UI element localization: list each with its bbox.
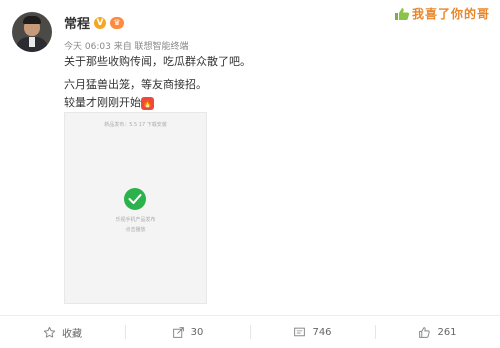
- like-count: 261: [437, 326, 457, 338]
- post-line-3: 较量才刚刚开始 🔥: [64, 96, 154, 110]
- author-name[interactable]: 常程: [64, 13, 90, 32]
- post-meta: 今天 06:03 来自 联想智能终端: [64, 39, 189, 52]
- check-circle-icon: [124, 188, 146, 210]
- favorite-label: 收藏: [62, 328, 82, 340]
- comment-icon: [294, 327, 306, 336]
- image-caption-2: 点击播放: [125, 227, 146, 233]
- comment-count: 746: [312, 326, 332, 338]
- star-icon: [43, 326, 56, 338]
- avatar-hair: [23, 16, 41, 24]
- favorite-button[interactable]: 收藏: [0, 316, 125, 348]
- repost-button[interactable]: 30: [125, 316, 250, 348]
- comment-button[interactable]: 746: [250, 316, 375, 348]
- verified-badge-icon: V: [94, 16, 107, 29]
- banner-sticker: 我喜了你的哥: [394, 5, 490, 22]
- avatar-shirt: [29, 37, 35, 47]
- post-timestamp[interactable]: 今天 06:03: [64, 42, 111, 52]
- post-line-3-text: 较量才刚刚开始: [64, 96, 141, 109]
- repost-count: 30: [190, 326, 204, 338]
- post-image[interactable]: 新品发布：5.5 17 下载安装 乐视手机产品发布 点击播放: [64, 112, 207, 304]
- image-header-text: 新品发布：5.5 17 下载安装: [104, 122, 167, 128]
- member-crown-icon[interactable]: ♛: [110, 16, 125, 29]
- author-avatar[interactable]: [12, 12, 52, 52]
- action-bar: 收藏 30 746 261: [0, 316, 500, 348]
- like-button[interactable]: 261: [375, 316, 500, 348]
- thumb-up-icon: [394, 7, 410, 20]
- image-caption-1: 乐视手机产品发布: [115, 217, 156, 223]
- post-line-1: 关于那些收购传闻，吃瓜群众散了吧。: [64, 55, 251, 68]
- thumb-up-icon: [419, 326, 431, 338]
- post-line-2: 六月猛兽出笼，等友商接招。: [64, 78, 207, 91]
- post-source[interactable]: 来自 联想智能终端: [114, 42, 189, 52]
- author-row: 常程 V ♛: [64, 13, 125, 32]
- share-icon: [172, 326, 184, 338]
- banner-text: 我喜了你的哥: [411, 7, 490, 21]
- fire-emoji-icon: 🔥: [141, 96, 154, 110]
